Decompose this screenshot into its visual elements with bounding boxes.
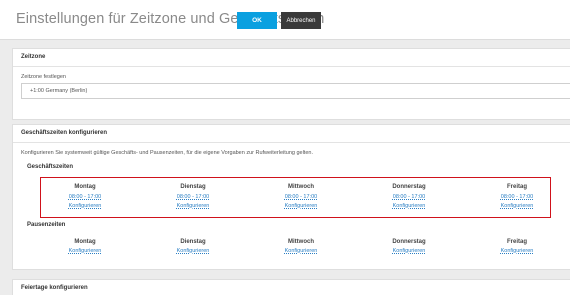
day-name: Dienstag xyxy=(180,184,206,190)
day-name: Donnerstag xyxy=(392,239,426,245)
business-day-mittwoch: Mittwoch 08:00 - 17:00 Konfigurieren xyxy=(271,184,331,209)
day-name: Montag xyxy=(74,239,96,245)
ok-button[interactable]: OK xyxy=(237,12,277,29)
configure-link[interactable]: Konfigurieren xyxy=(487,248,547,254)
day-name: Freitag xyxy=(506,239,527,245)
configure-link[interactable]: Konfigurieren xyxy=(379,203,439,209)
day-name: Dienstag xyxy=(180,239,206,245)
configure-link[interactable]: Konfigurieren xyxy=(487,203,547,209)
break-day-montag: Montag Konfigurieren xyxy=(55,239,115,254)
business-day-freitag: Freitag 08:00 - 17:00 Konfigurieren xyxy=(487,184,547,209)
zeitzone-panel: Zeitzone Zeitzone festlegen +1:00 German… xyxy=(12,48,570,120)
zeitzone-heading: Zeitzone xyxy=(13,49,570,67)
break-day-donnerstag: Donnerstag Konfigurieren xyxy=(379,239,439,254)
configure-link[interactable]: Konfigurieren xyxy=(163,248,223,254)
zeitzone-select[interactable]: +1:00 Germany (Berlin) xyxy=(21,83,570,99)
day-time-link[interactable]: 08:00 - 17:00 xyxy=(55,194,115,200)
configure-link[interactable]: Konfigurieren xyxy=(163,203,223,209)
day-time-link[interactable]: 08:00 - 17:00 xyxy=(487,194,547,200)
day-time-link[interactable]: 08:00 - 17:00 xyxy=(163,194,223,200)
day-name: Donnerstag xyxy=(392,184,426,190)
header-bar: Einstellungen für Zeitzone und Geschäfts… xyxy=(0,0,570,40)
configure-link[interactable]: Konfigurieren xyxy=(271,203,331,209)
business-day-dienstag: Dienstag 08:00 - 17:00 Konfigurieren xyxy=(163,184,223,209)
break-day-mittwoch: Mittwoch Konfigurieren xyxy=(271,239,331,254)
configure-link[interactable]: Konfigurieren xyxy=(55,248,115,254)
day-name: Freitag xyxy=(506,184,527,190)
business-hours-heading: Geschäftszeiten xyxy=(27,164,74,170)
break-times-heading: Pausenzeiten xyxy=(27,222,66,228)
day-name: Mittwoch xyxy=(288,184,314,190)
business-day-donnerstag: Donnerstag 08:00 - 17:00 Konfigurieren xyxy=(379,184,439,209)
cancel-button[interactable]: Abbrechen xyxy=(281,12,321,29)
feiertage-heading: Feiertage konfigurieren xyxy=(21,285,88,291)
feiertage-panel: Feiertage konfigurieren xyxy=(12,279,570,295)
configure-link[interactable]: Konfigurieren xyxy=(271,248,331,254)
business-day-montag: Montag 08:00 - 17:00 Konfigurieren xyxy=(55,184,115,209)
day-name: Mittwoch xyxy=(288,239,314,245)
configure-link[interactable]: Konfigurieren xyxy=(55,203,115,209)
configure-link[interactable]: Konfigurieren xyxy=(379,248,439,254)
break-day-freitag: Freitag Konfigurieren xyxy=(487,239,547,254)
break-day-dienstag: Dienstag Konfigurieren xyxy=(163,239,223,254)
geschaeftszeiten-description: Konfigurieren Sie systemweit gültige Ges… xyxy=(21,150,313,156)
day-time-link[interactable]: 08:00 - 17:00 xyxy=(271,194,331,200)
page-title: Einstellungen für Zeitzone und Geschäfts… xyxy=(16,11,325,27)
zeitzone-label: Zeitzone festlegen xyxy=(21,74,66,80)
day-time-link[interactable]: 08:00 - 17:00 xyxy=(379,194,439,200)
day-name: Montag xyxy=(74,184,96,190)
geschaeftszeiten-heading: Geschäftszeiten konfigurieren xyxy=(13,125,570,143)
geschaeftszeiten-panel: Geschäftszeiten konfigurieren Konfigurie… xyxy=(12,124,570,270)
